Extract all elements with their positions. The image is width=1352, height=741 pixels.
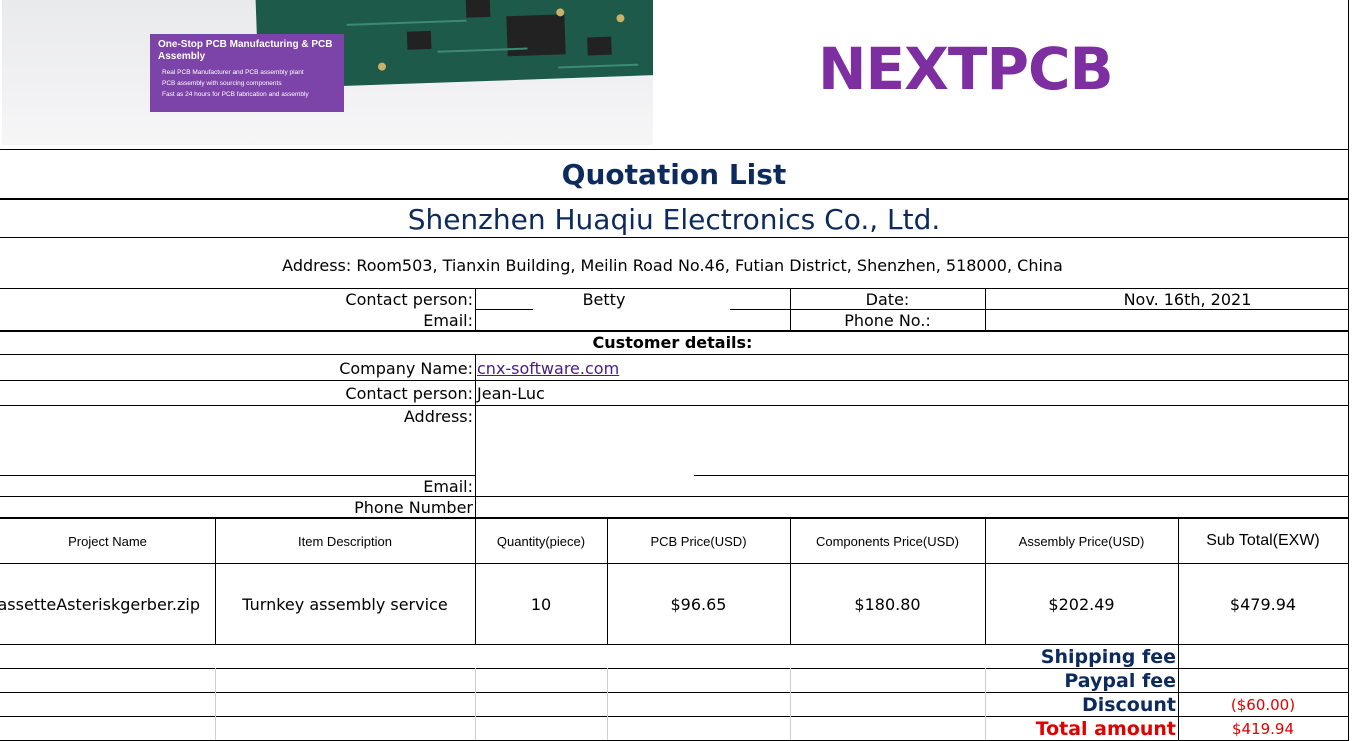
date-label: Date: (865, 289, 910, 309)
header-quantity: Quantity(piece) (496, 533, 586, 549)
cell-item-description: Turnkey assembly service (242, 594, 448, 614)
promo-box: One-Stop PCB Manufacturing & PCB Assembl… (150, 34, 344, 112)
customer-address-label: Address: (403, 406, 473, 426)
paypal-fee-label: Paypal fee (1064, 669, 1176, 692)
customer-phone-label: Phone Number (354, 497, 473, 517)
discount-label: Discount (1081, 693, 1176, 716)
email-label: Email: (423, 310, 473, 330)
cell-assembly-price: $202.49 (1048, 594, 1115, 614)
company-name: Shenzhen Huaqiu Electronics Co., Ltd. (407, 202, 941, 236)
customer-company-label: Company Name: (339, 358, 473, 378)
shipping-fee-value (1178, 645, 1348, 668)
discount-value: ($60.00) (1230, 695, 1296, 714)
customer-contact-label: Contact person: (345, 383, 473, 403)
promo-line: Fast as 24 hours for PCB fabrication and… (162, 91, 309, 98)
contact-value: Betty (582, 289, 626, 309)
promo-line: PCB assembly with sourcing components (162, 80, 282, 87)
customer-company-link[interactable]: cnx-software.com (475, 356, 875, 380)
customer-email-label: Email: (423, 476, 473, 496)
nextpcb-logo: NEXTPCB (818, 35, 1114, 103)
company-link[interactable]: cnx-software.com (477, 359, 619, 378)
cell-components-price: $180.80 (854, 594, 921, 614)
company-address: Address: Room503, Tianxin Building, Meil… (282, 255, 1063, 275)
cell-project-name: XassetteAsteriskgerber.zip (0, 594, 200, 614)
header-components-price: Components Price(USD) (815, 533, 960, 549)
cell-sub-total: $479.94 (1229, 594, 1297, 614)
total-amount-label: Total amount (1035, 717, 1176, 740)
date-value: Nov. 16th, 2021 (1123, 289, 1252, 309)
shipping-fee-label: Shipping fee (1040, 645, 1176, 668)
header-pcb-price: PCB Price(USD) (650, 533, 747, 549)
page-title: Quotation List (561, 157, 787, 191)
header-item-description: Item Description (298, 533, 392, 549)
phone-label: Phone No.: (844, 310, 931, 330)
header-project-name: Project Name (68, 533, 147, 549)
contact-label: Contact person: (345, 289, 473, 309)
cell-quantity: 10 (530, 594, 552, 614)
header-sub-total: Sub Total(EXW) (1206, 532, 1320, 549)
customer-contact-value: Jean-Luc (477, 383, 545, 403)
header-assembly-price: Assembly Price(USD) (1018, 533, 1145, 549)
total-amount-value: $419.94 (1231, 719, 1295, 738)
promo-line: Real PCB Manufacturer and PCB assembly p… (162, 69, 304, 76)
paypal-fee-value (1178, 669, 1348, 692)
promo-title: One-Stop PCB Manufacturing & PCB Assembl… (158, 39, 333, 62)
customer-heading: Customer details: (592, 333, 753, 352)
cell-pcb-price: $96.65 (670, 594, 727, 614)
banner-image: One-Stop PCB Manufacturing & PCB Assembl… (2, 0, 653, 145)
